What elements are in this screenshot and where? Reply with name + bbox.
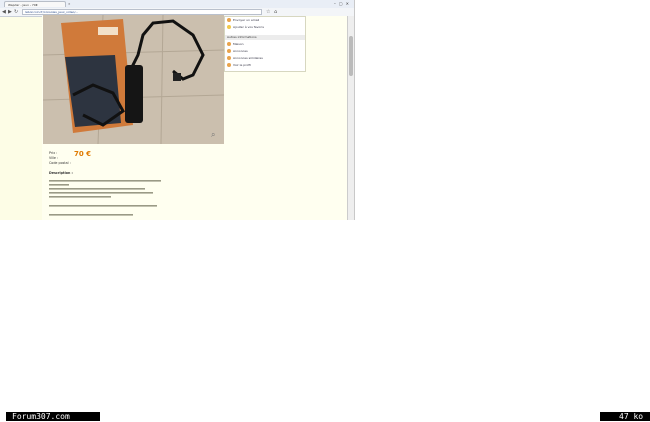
email-link[interactable]: Envoyer un email xyxy=(227,18,259,22)
sidebar-link[interactable]: Annonces similaires xyxy=(227,56,263,60)
star-icon xyxy=(227,25,231,29)
favorite-link[interactable]: Ajouter à vos favoris xyxy=(227,25,264,29)
bullet-icon xyxy=(227,56,231,60)
star-icon[interactable]: ☆ xyxy=(266,9,270,15)
bullet-icon xyxy=(227,42,231,46)
back-icon[interactable]: ◀ xyxy=(2,9,6,15)
sidebar-link[interactable]: Maison xyxy=(227,42,244,46)
close-tab-icon[interactable]: ✕ xyxy=(68,2,71,6)
bullet-icon xyxy=(227,49,231,53)
file-size-badge: 47 ko xyxy=(600,412,650,421)
description-title: Description : xyxy=(49,171,73,175)
description-text-blur xyxy=(49,180,161,216)
sidebar-link[interactable]: Annonces xyxy=(227,49,248,53)
sidebar-link[interactable]: Voir le profil xyxy=(227,63,251,67)
screenshot-frame: Wapdar - Jeux - 70€ ✕ –▢✕ ◀ ▶ ↻ leboncoi… xyxy=(0,0,355,220)
seller-sidebar: Envoyer un email Ajouter à vos favoris A… xyxy=(224,16,306,72)
zip-label: Code postal : xyxy=(49,161,71,165)
sidebar-section-title: Autres informations xyxy=(225,35,305,40)
product-photo-image: ⌕ xyxy=(43,15,224,144)
bullet-icon xyxy=(227,63,231,67)
city-label: Ville : xyxy=(49,156,59,160)
price-label: Prix : xyxy=(49,151,58,155)
scrollbar-thumb[interactable] xyxy=(349,36,353,76)
email-icon xyxy=(227,18,231,22)
browser-tab[interactable]: Wapdar - Jeux - 70€ xyxy=(4,1,66,7)
reload-icon[interactable]: ↻ xyxy=(14,9,18,15)
price-value: 70 € xyxy=(74,150,92,158)
window-controls[interactable]: –▢✕ xyxy=(334,1,352,6)
forward-icon[interactable]: ▶ xyxy=(8,9,12,15)
product-photo[interactable]: ⌕ xyxy=(43,15,224,144)
svg-text:⌕: ⌕ xyxy=(211,130,215,139)
home-icon[interactable]: ⌂ xyxy=(274,9,277,15)
page-scrollbar[interactable] xyxy=(347,16,354,220)
site-watermark: Forum307.com xyxy=(6,412,100,421)
